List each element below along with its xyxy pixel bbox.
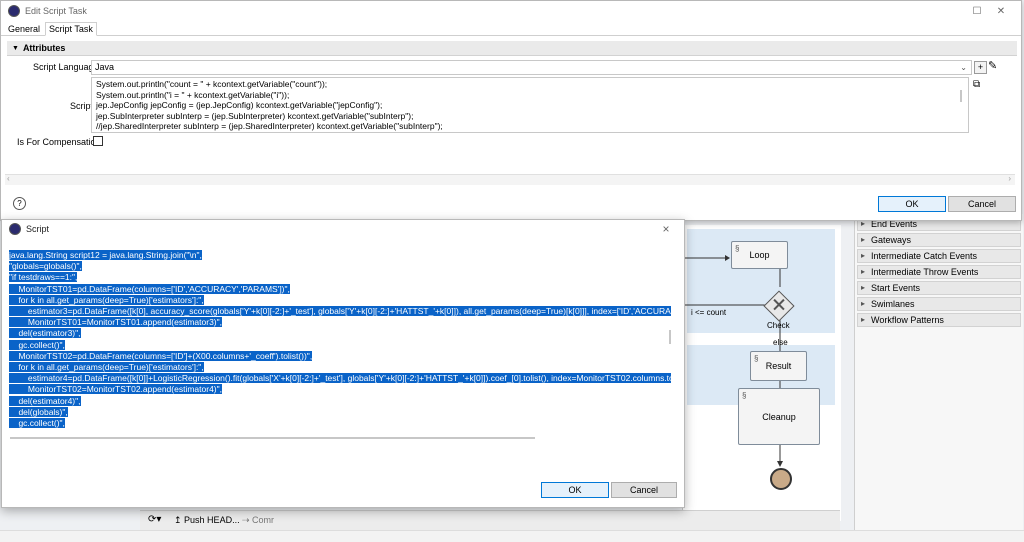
code-line: estimator4=pd.DataFrame([k[0]]+LogisticR… [9, 373, 671, 384]
eclipse-app-icon [9, 223, 21, 235]
edit-dialog-titlebar: Edit Script Task ☐ ✕ [1, 1, 1021, 21]
result-task-label: Result [765, 361, 792, 371]
script-language-select[interactable]: Java ⌄ [91, 60, 972, 75]
code-line: estimator3=pd.DataFrame([k[0], accuracy_… [9, 306, 671, 317]
triangle-right-icon: ▸ [861, 299, 866, 308]
code-line: MonitorTST01=MonitorTST01.append(estimat… [9, 317, 223, 328]
script-language-label: Script Language [33, 62, 99, 72]
script-line: System.out.println("i = " + kcontext.get… [96, 89, 290, 100]
script-line: System.out.println("count = " + kcontext… [96, 79, 328, 89]
chevron-down-icon: ⌄ [960, 63, 967, 72]
triangle-right-icon: ▸ [861, 235, 866, 244]
commit-button[interactable]: ⇢ Comr [242, 515, 274, 526]
tab-script-task[interactable]: Script Task [45, 22, 97, 36]
code-line: MonitorTST01=pd.DataFrame(columns=['ID',… [9, 283, 290, 294]
triangle-right-icon: ▸ [861, 315, 866, 324]
triangle-down-icon: ▼ [12, 44, 19, 52]
code-line: java.lang.String script12 = java.lang.St… [9, 250, 202, 260]
scroll-right-icon[interactable]: › [1008, 174, 1011, 183]
edit-script-task-dialog: Edit Script Task ☐ ✕ General Script Task… [0, 0, 1022, 221]
script-code-editor[interactable]: java.lang.String script12 = java.lang.St… [9, 250, 671, 433]
script-task-icon: § [742, 391, 747, 400]
edit-dialog-title: Edit Script Task [25, 6, 87, 16]
palette-item-start-events[interactable]: ▸ Start Events [857, 281, 1021, 295]
add-language-button[interactable]: + [974, 61, 987, 74]
code-line: "if testdraws==1:", [9, 272, 78, 283]
end-event-node[interactable] [770, 468, 792, 490]
eclipse-app-icon [8, 5, 20, 17]
cleanup-task-label: Cleanup [762, 411, 796, 422]
script-task-icon: § [754, 354, 759, 363]
code-line: del(estimator4)", [9, 395, 81, 406]
sync-icon[interactable]: ⟳▾ [148, 514, 161, 525]
code-line: gc.collect()", [9, 339, 65, 350]
diagram-palette: ▸ End Events ▸ Gateways ▸ Intermediate Catc… [854, 214, 1023, 530]
close-icon[interactable]: × [654, 222, 678, 236]
palette-item-gateways[interactable]: ▸ Gateways [857, 233, 1021, 247]
palette-item-workflow-patterns[interactable]: ▸ Workflow Patterns [857, 313, 1021, 327]
script-scrollbar[interactable] [960, 90, 962, 102]
cleanup-task-node[interactable]: § Cleanup [738, 388, 820, 445]
push-head-button[interactable]: ↥ Push HEAD... [174, 515, 240, 526]
horizontal-scrollbar[interactable]: ‹ › [5, 174, 1015, 185]
attributes-section-header[interactable]: ▼ Attributes [7, 41, 1017, 56]
edit-script-icon[interactable]: ⧉ [973, 79, 980, 90]
code-vertical-scrollbar[interactable] [669, 330, 671, 344]
help-icon[interactable]: ? [13, 197, 26, 210]
code-line: gc.collect()", [9, 418, 65, 429]
script-textarea[interactable]: System.out.println("count = " + kcontext… [91, 77, 969, 133]
compensation-checkbox[interactable] [93, 136, 103, 146]
edit-dialog-tabs: General Script Task [1, 21, 1021, 36]
triangle-right-icon: ▸ [861, 251, 866, 260]
bottom-toolbar: ⟳▾ ↥ Push HEAD... ⇢ Comr [140, 510, 840, 531]
edit-ok-button[interactable]: OK [878, 196, 946, 212]
triangle-right-icon: ▸ [861, 267, 866, 276]
maximize-icon[interactable]: ☐ [965, 6, 989, 17]
condition-label: i <= count [691, 308, 727, 317]
process-diagram-canvas[interactable]: § Loop i <= count Check else § Result § … [682, 225, 841, 521]
script-ok-button[interactable]: OK [541, 482, 609, 498]
script-line: //jep.SharedInterpreter subInterp = (jep… [96, 121, 443, 131]
code-line: del(estimator3)", [9, 328, 81, 339]
edit-cancel-button[interactable]: Cancel [948, 196, 1016, 212]
close-icon[interactable]: ✕ [989, 6, 1013, 17]
palette-item-intermediate-catch-events[interactable]: ▸ Intermediate Catch Events [857, 249, 1021, 263]
script-dialog-titlebar: Script × [2, 220, 684, 238]
loop-task-node[interactable]: § Loop [731, 241, 788, 269]
code-line: for k in all.get_params(deep=True)['esti… [9, 362, 204, 373]
status-bar [0, 530, 1024, 542]
script-cancel-button[interactable]: Cancel [611, 482, 677, 498]
tab-general[interactable]: General [5, 23, 43, 35]
palette-item-intermediate-throw-events[interactable]: ▸ Intermediate Throw Events [857, 265, 1021, 279]
script-task-icon: § [735, 244, 740, 253]
script-line: jep.SubInterpreter subInterp = (jep.SubI… [96, 110, 414, 121]
code-line: "globals=globals()", [9, 261, 82, 272]
else-label: else [773, 338, 788, 347]
loop-task-label: Loop [749, 250, 770, 260]
script-dialog: Script × java.lang.String script12 = jav… [1, 219, 685, 508]
triangle-right-icon: ▸ [861, 283, 866, 292]
check-label: Check [767, 321, 790, 330]
result-task-node[interactable]: § Result [750, 351, 807, 381]
scroll-left-icon[interactable]: ‹ [7, 174, 10, 183]
script-line: jep.JepConfig jepConfig = (jep.JepConfig… [96, 100, 383, 110]
palette-item-swimlanes[interactable]: ▸ Swimlanes [857, 297, 1021, 311]
script-dialog-title: Script [26, 224, 50, 234]
code-line: MonitorTST02=MonitorTST02.append(estimat… [9, 384, 223, 395]
code-horizontal-scrollbar[interactable] [10, 437, 535, 439]
code-line: del(globals)", [9, 406, 68, 417]
code-line: MonitorTST02=pd.DataFrame(columns=['ID']… [9, 350, 313, 361]
script-label: Script [70, 101, 94, 111]
code-line: for k in all.get_params(deep=True)['esti… [9, 294, 204, 305]
compensation-label: Is For Compensation [17, 137, 101, 147]
pencil-icon[interactable]: ✎ [988, 59, 997, 72]
